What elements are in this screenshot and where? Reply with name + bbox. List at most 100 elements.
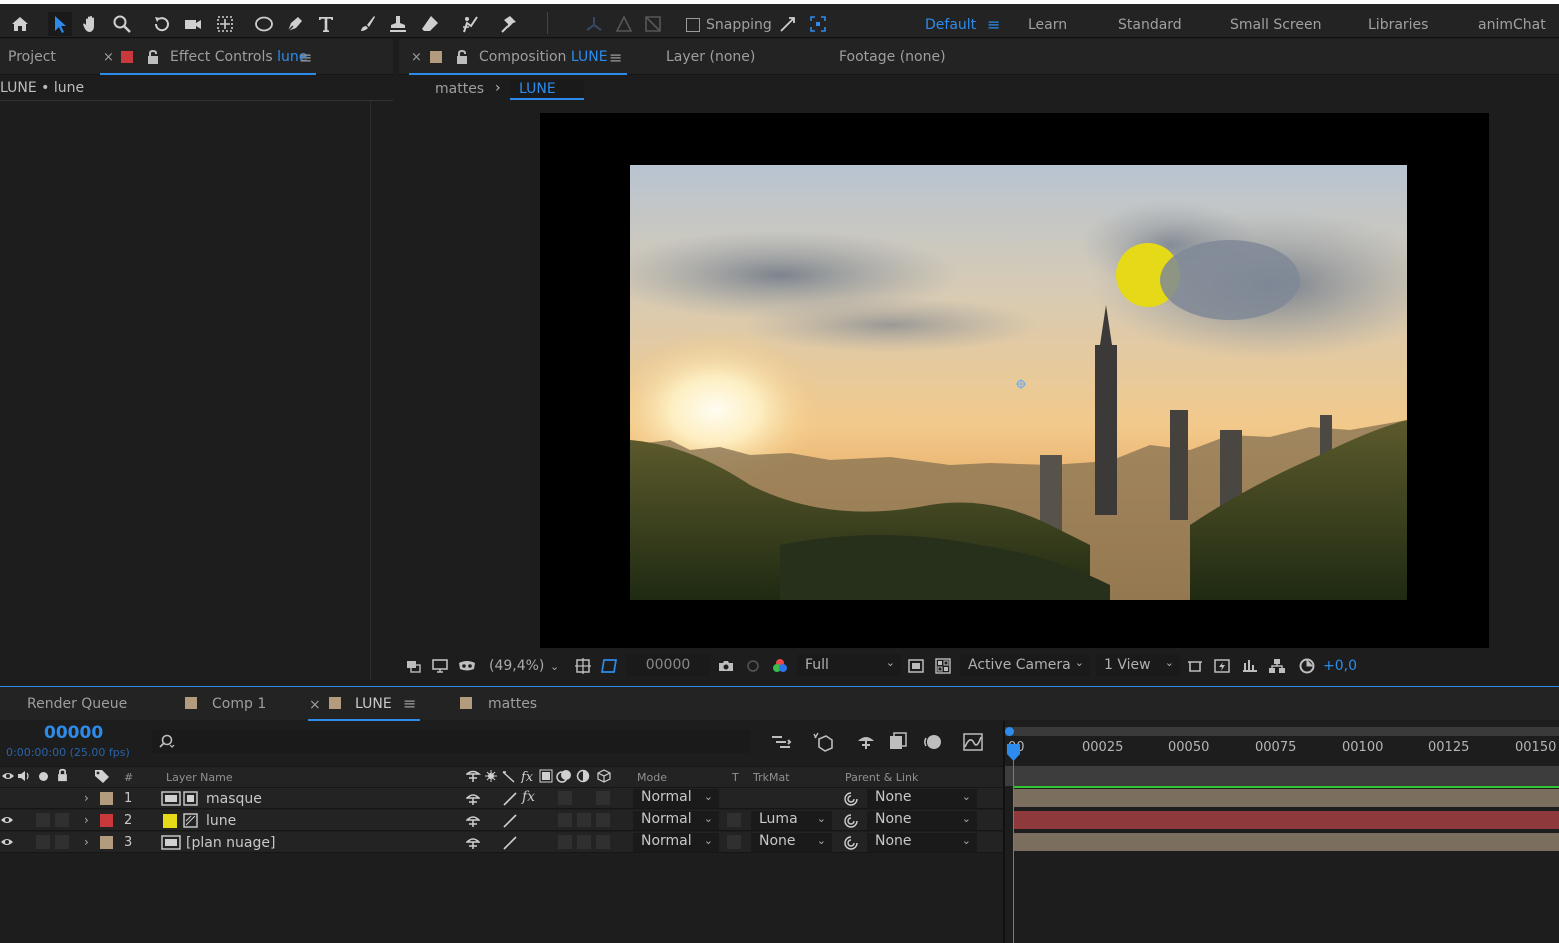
panel-menu-icon[interactable]: ≡ [299,48,312,67]
tab-render-queue[interactable]: Render Queue [27,696,127,712]
region-of-interest-icon[interactable] [600,656,618,676]
hide-shy-layers-icon[interactable] [855,731,877,753]
layer-duration-bar-1[interactable] [1014,789,1559,807]
pick-whip-icon[interactable] [843,791,859,807]
visibility-eye-icon[interactable] [1,837,13,847]
pen-tool-icon[interactable] [283,12,307,36]
quality-switch-icon[interactable] [503,836,517,850]
col-track-matte[interactable]: TrkMat [753,771,790,784]
expand-chevron-icon[interactable]: › [84,835,89,849]
parent-dropdown[interactable]: None ⌄ [867,811,977,830]
tab-mattes[interactable]: mattes [488,696,537,712]
layer-row-3[interactable]: › 3 [plan nuage] Normal ⌄ None ⌄ None ⌄ [0,832,1003,853]
switch-box[interactable] [596,835,610,849]
lock-icon[interactable] [146,49,160,65]
visibility-eye-icon[interactable] [1,815,13,825]
roto-brush-tool-icon[interactable] [458,12,482,36]
graph-editor-icon[interactable] [962,731,984,753]
switch-box[interactable] [596,791,610,805]
zoom-tool-icon[interactable] [110,12,134,36]
breadcrumb-current[interactable]: LUNE [510,79,584,100]
track-matte-dropdown[interactable]: None ⌄ [751,833,832,852]
parent-dropdown[interactable]: None ⌄ [867,789,977,808]
shy-switch-icon[interactable] [466,814,480,828]
mask-visibility-icon[interactable] [458,656,476,676]
flowchart-icon[interactable] [1268,656,1286,676]
col-layer-name[interactable]: Layer Name [166,771,233,784]
effects-fx-icon[interactable]: fx [522,789,535,805]
tab-composition[interactable]: Composition LUNE [479,49,608,65]
panel-menu-icon[interactable]: ≡ [609,48,622,67]
type-tool-icon[interactable] [314,12,338,36]
snapping-checkbox[interactable] [686,18,700,32]
snap-features-icon[interactable] [806,12,830,36]
audio-speaker-icon[interactable] [17,770,31,782]
pick-whip-icon[interactable] [843,813,859,829]
current-time-field[interactable]: 00000 [626,654,710,676]
layer-label-color[interactable] [100,814,113,827]
reset-exposure-icon[interactable] [1298,656,1316,676]
brush-tool-icon[interactable] [355,12,379,36]
shy-switch-icon[interactable] [466,792,480,806]
tab-effect-controls[interactable]: Effect Controls lune [170,49,307,65]
video-eye-icon[interactable] [2,770,14,782]
pan-behind-tool-icon[interactable] [213,12,237,36]
workspace-small-screen[interactable]: Small Screen [1230,17,1321,33]
target-region-icon[interactable] [907,656,925,676]
preserve-transparency-box[interactable] [727,813,741,827]
workspace-learn[interactable]: Learn [1028,17,1067,33]
layer-label-color[interactable] [100,792,113,805]
channel-rgb-icon[interactable] [771,656,789,676]
resolution-dropdown[interactable]: Full ⌄ [797,654,901,676]
switch-box[interactable] [55,835,69,849]
parent-dropdown[interactable]: None ⌄ [867,833,977,852]
layer-name[interactable]: masque [206,791,262,807]
preserve-transparency-box[interactable] [727,835,741,849]
navigator-start-handle[interactable] [1005,727,1014,736]
switch-box[interactable] [36,835,50,849]
expand-chevron-icon[interactable]: › [84,791,89,805]
solo-dot-icon[interactable] [39,772,48,781]
switch-box[interactable] [558,813,572,827]
layer-duration-bar-3[interactable] [1014,833,1559,851]
layer-row-1[interactable]: › 1 masque fx Normal ⌄ None ⌄ [0,788,1003,809]
home-icon[interactable] [8,12,32,36]
blend-mode-dropdown[interactable]: Normal ⌄ [633,811,719,830]
layer-name[interactable]: [plan nuage] [186,835,275,851]
switch-box[interactable] [36,813,50,827]
frame-blending-icon[interactable] [887,731,909,753]
exposure-value[interactable]: +0,0 [1323,656,1357,676]
label-tag-icon[interactable] [94,769,110,783]
switch-box[interactable] [577,835,591,849]
toggle-pixel-aspect-icon[interactable] [1186,656,1204,676]
switch-box[interactable] [596,813,610,827]
workspace-libraries[interactable]: Libraries [1368,17,1428,33]
close-tab-icon[interactable]: × [411,50,422,65]
puppet-tool-icon[interactable] [497,12,521,36]
lock-icon[interactable] [455,49,469,65]
show-snapshot-icon[interactable] [744,656,762,676]
timeline-toggle-icon[interactable] [1241,656,1259,676]
blend-mode-dropdown[interactable]: Normal ⌄ [633,833,719,852]
blend-mode-dropdown[interactable]: Normal ⌄ [633,789,719,808]
comp-mini-flowchart-icon[interactable] [770,731,792,753]
breadcrumb-mattes[interactable]: mattes [435,81,484,97]
zoom-chevron-down-icon[interactable]: ⌄ [550,656,559,676]
switch-box[interactable] [55,813,69,827]
motion-blur-icon[interactable] [921,731,943,753]
layer-duration-bar-2[interactable] [1014,811,1559,829]
playhead-line[interactable] [1013,745,1014,943]
workspace-menu-icon[interactable]: ≡ [987,15,1000,34]
layer-label-color[interactable] [100,836,113,849]
lock-icon[interactable] [56,768,69,782]
layer-name[interactable]: lune [206,813,236,829]
grid-guides-icon[interactable] [574,656,592,676]
quality-switch-icon[interactable] [503,814,517,828]
shy-switch-icon[interactable] [466,836,480,850]
camera-tool-icon[interactable] [181,12,205,36]
close-tab-icon[interactable]: × [103,50,114,65]
view-layout-dropdown[interactable]: 1 View ⌄ [1096,654,1180,676]
close-tab-icon[interactable]: × [309,697,321,713]
col-parent-link[interactable]: Parent & Link [845,771,918,784]
ellipse-tool-icon[interactable] [252,12,276,36]
